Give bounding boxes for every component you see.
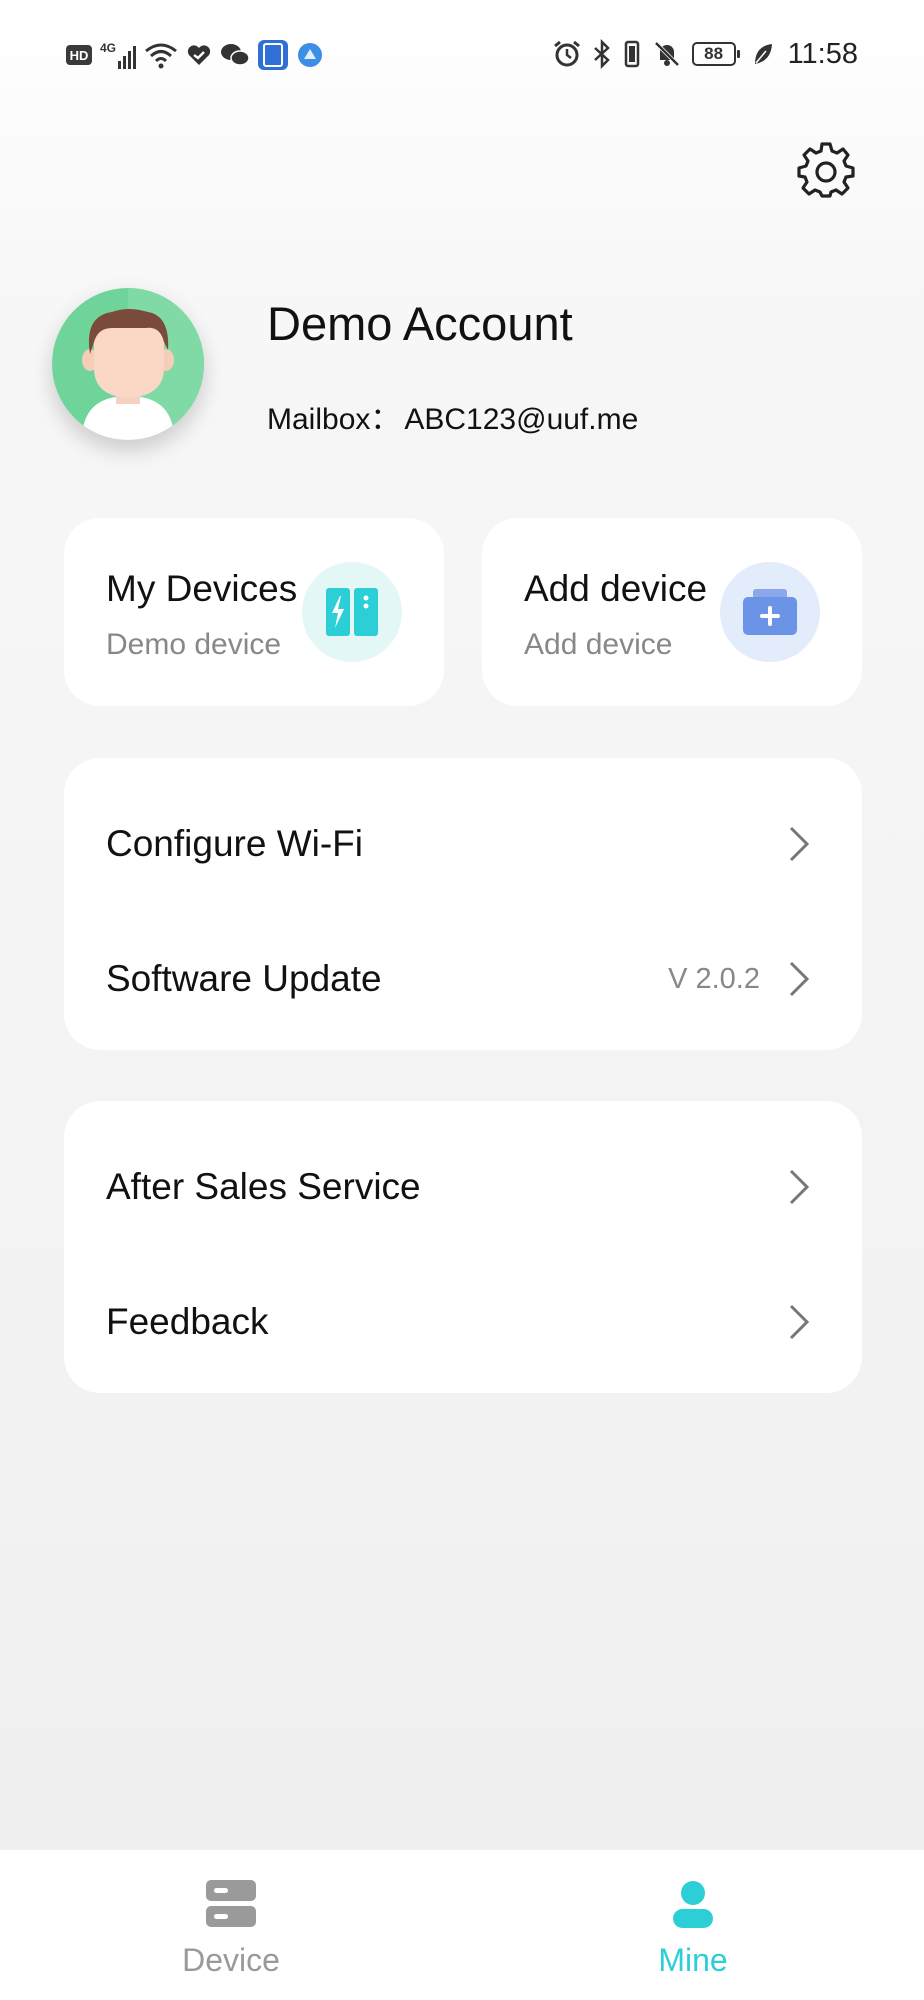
browser-icon (298, 43, 323, 67)
after-sales-label: After Sales Service (106, 1166, 421, 1207)
chevron-right-icon (786, 1167, 812, 1207)
configure-wifi-item[interactable]: Configure Wi-Fi (64, 789, 862, 899)
status-right: 88 11:58 (552, 36, 858, 72)
avatar-image (52, 288, 204, 440)
profile-mailbox: Mailbox： ABC123@uuf.me (267, 394, 638, 438)
feedback-item[interactable]: Feedback (64, 1267, 862, 1377)
gear-icon (797, 142, 855, 198)
my-devices-subtitle: Demo device (106, 628, 282, 661)
status-time: 11:58 (787, 37, 858, 70)
wechat-icon (221, 44, 250, 66)
feedback-label: Feedback (106, 1301, 269, 1342)
tab-mine[interactable]: Mine (462, 1850, 924, 2000)
tab-device[interactable]: Device (0, 1850, 462, 2000)
chevron-right-icon (786, 824, 812, 864)
wifi-icon (145, 43, 177, 69)
leaf-icon (754, 44, 772, 64)
configure-wifi-label: Configure Wi-Fi (106, 823, 363, 864)
add-device-title: Add device (524, 568, 708, 609)
heart-shield-icon (187, 45, 211, 65)
app-badge-icon (258, 40, 289, 70)
my-devices-card[interactable]: My Devices Demo device (64, 518, 444, 706)
device-list-icon (201, 1876, 261, 1932)
chevron-right-icon (786, 959, 812, 999)
my-devices-title: My Devices (106, 568, 298, 609)
bluetooth-icon (593, 39, 610, 69)
menu-group-support: After Sales Service Feedback (64, 1101, 862, 1393)
after-sales-item[interactable]: After Sales Service (64, 1132, 862, 1242)
status-bar: HD 4G 88 11:58 (0, 0, 924, 108)
signal-4g-icon: 4G (100, 41, 137, 69)
mailbox-label: Mailbox： (267, 403, 401, 436)
add-box-icon (720, 562, 820, 662)
software-version: V 2.0.2 (668, 962, 760, 995)
alarm-icon (553, 40, 580, 67)
vibrate-icon (624, 40, 639, 68)
charging-station-icon (302, 562, 402, 662)
mailbox-value: ABC123@uuf.me (404, 403, 639, 436)
chevron-right-icon (786, 1302, 812, 1342)
add-device-subtitle: Add device (524, 628, 673, 661)
hd-icon: HD (66, 45, 92, 65)
settings-button[interactable] (796, 140, 856, 200)
bottom-tab-bar: Device Mine (0, 1850, 924, 2000)
mute-bell-icon (654, 41, 679, 67)
battery-icon: 88 (691, 42, 740, 66)
profile-name: Demo Account (267, 297, 573, 350)
menu-group-network: Configure Wi-Fi Software Update V 2.0.2 (64, 758, 862, 1050)
tab-mine-label: Mine (658, 1942, 728, 1978)
status-left: HD 4G (66, 40, 324, 70)
add-device-card[interactable]: Add device Add device (482, 518, 862, 706)
person-icon (663, 1876, 723, 1932)
tab-device-label: Device (182, 1942, 280, 1978)
avatar[interactable] (52, 288, 204, 440)
software-update-label: Software Update (106, 958, 382, 999)
software-update-item[interactable]: Software Update V 2.0.2 (64, 924, 862, 1034)
